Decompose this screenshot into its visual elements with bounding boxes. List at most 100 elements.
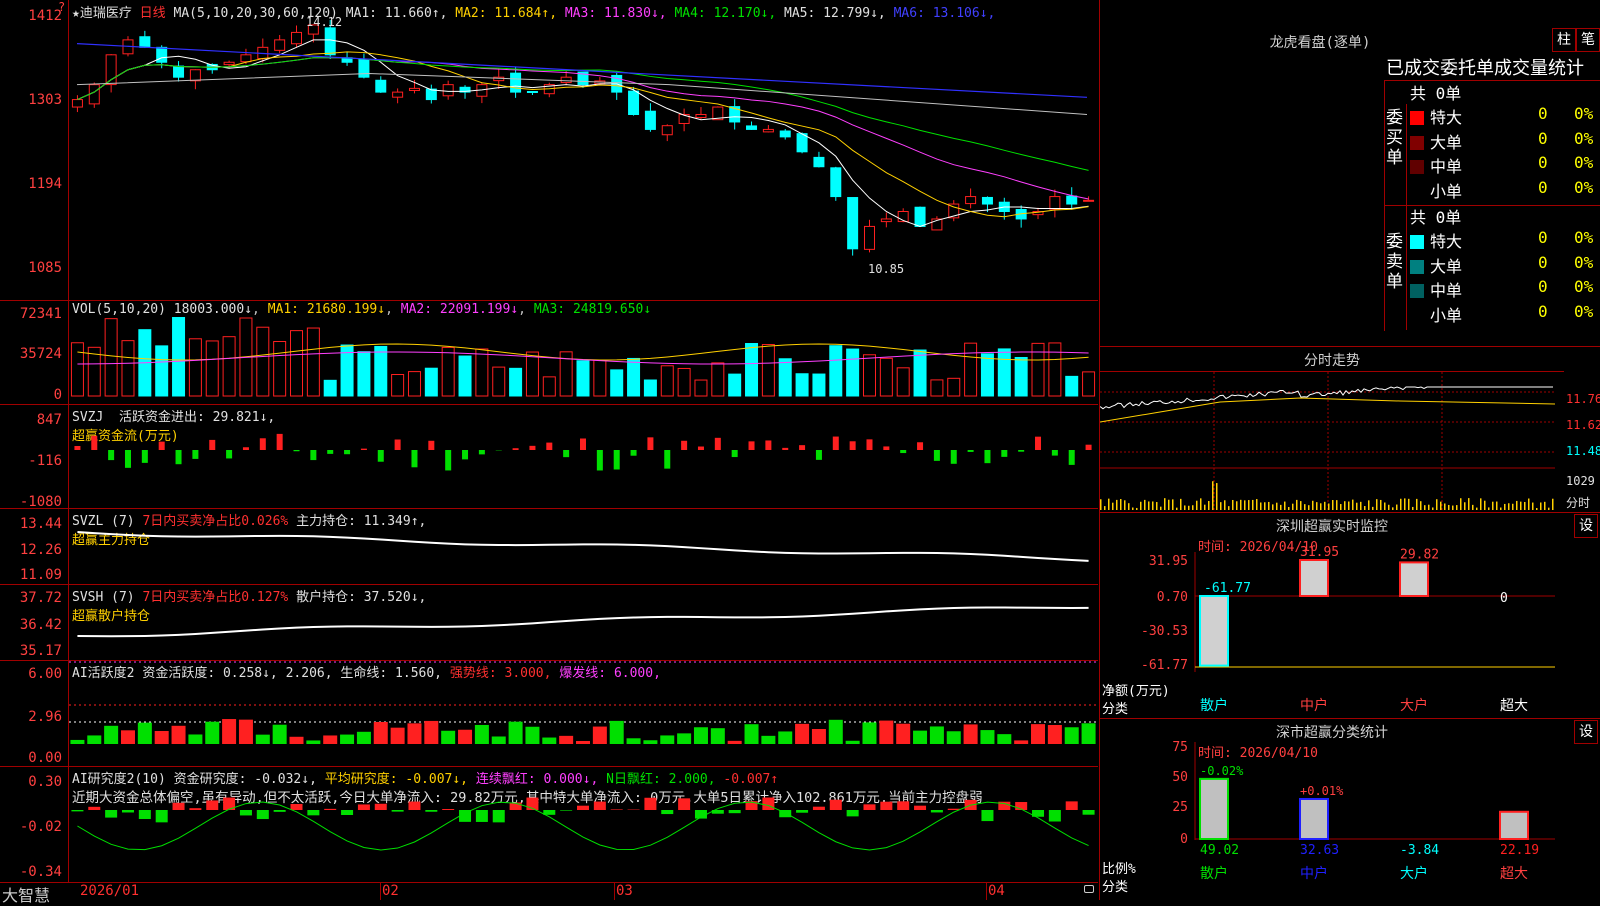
net-bar bbox=[1200, 596, 1228, 666]
flow-bar bbox=[277, 434, 283, 450]
volume-chart[interactable] bbox=[69, 300, 1097, 404]
svzj-chart[interactable] bbox=[69, 404, 1097, 508]
intraday-vol-bar bbox=[1100, 499, 1102, 510]
intraday-vol-bar bbox=[1312, 501, 1314, 510]
class-change: +0.01% bbox=[1300, 784, 1344, 798]
candle bbox=[511, 73, 521, 92]
flow-bar bbox=[479, 450, 485, 454]
svzl-tick: 11.09 bbox=[20, 567, 62, 583]
flow-bar bbox=[260, 438, 266, 450]
sz-monitor-panel[interactable]: 深圳超赢实时监控 设 时间: 2026/04/10 31.950.70-30.5… bbox=[1099, 512, 1600, 719]
svsh-panel[interactable]: 37.72 36.42 35.17 SVSH (7) 7日内买卖净占比0.127… bbox=[0, 584, 1098, 661]
intraday-vol-bar bbox=[1216, 483, 1218, 510]
candle bbox=[292, 32, 302, 43]
order-type: 大单 bbox=[1430, 257, 1462, 276]
volume-bar bbox=[796, 374, 808, 396]
bar-mode-button[interactable]: 柱 bbox=[1552, 28, 1576, 52]
intraday-vol-bar bbox=[1324, 502, 1326, 510]
volume-bar bbox=[223, 337, 235, 396]
class-bar bbox=[1300, 799, 1328, 839]
flow-bar bbox=[209, 440, 215, 450]
intraday-tick: 11.48 bbox=[1566, 444, 1600, 458]
activity-bar bbox=[593, 727, 607, 744]
research-bar bbox=[914, 806, 926, 810]
activity-bar bbox=[879, 721, 893, 744]
volume-bar bbox=[71, 343, 83, 396]
intraday-vol-bar bbox=[1552, 499, 1554, 510]
candle bbox=[662, 126, 672, 135]
class-bar bbox=[1200, 779, 1228, 839]
svzl-chart[interactable] bbox=[69, 508, 1097, 584]
research-bar bbox=[813, 807, 825, 810]
ai-research-chart[interactable] bbox=[69, 766, 1097, 882]
volume-bar bbox=[628, 358, 640, 396]
svzj-panel[interactable]: 847 -116 -1080 SVZJ 活跃资金进出: 29.821↓, 超赢资… bbox=[0, 404, 1098, 509]
tick-mode-button[interactable]: 笔 bbox=[1576, 28, 1600, 52]
color-swatch-icon bbox=[1410, 160, 1424, 174]
color-swatch-icon bbox=[1410, 284, 1424, 298]
candle bbox=[645, 111, 655, 129]
volume-bar bbox=[813, 374, 825, 396]
volume-bar bbox=[358, 352, 370, 396]
sz-monitor-xlabel: 分类 bbox=[1102, 698, 1128, 717]
longhu-tabs[interactable]: 已成交委托单成交量统计 bbox=[1386, 54, 1584, 80]
monitor-tick: -30.53 bbox=[1141, 624, 1188, 639]
volume-bar bbox=[274, 342, 286, 396]
color-swatch-icon bbox=[1410, 235, 1424, 249]
order-percent: 0% bbox=[1574, 277, 1593, 296]
flow-bar bbox=[968, 450, 974, 452]
candle bbox=[224, 62, 234, 64]
intraday-vol-bar bbox=[1384, 503, 1386, 510]
flow-bar bbox=[715, 438, 721, 450]
ai-activity-chart[interactable] bbox=[69, 660, 1097, 766]
intraday-vol-bar bbox=[1388, 505, 1390, 510]
research-bar bbox=[442, 809, 454, 810]
candle bbox=[780, 131, 790, 137]
color-swatch-icon bbox=[1410, 185, 1424, 199]
research-bar bbox=[307, 810, 319, 815]
volume-bar bbox=[493, 367, 505, 396]
monitor-tick: -61.77 bbox=[1141, 658, 1188, 673]
sz-class-panel[interactable]: 深市超赢分类统计 设 时间: 2026/04/10 7550250-0.02%+… bbox=[1099, 718, 1600, 900]
activity-bar bbox=[997, 734, 1011, 744]
intraday-vol-bar bbox=[1544, 502, 1546, 510]
flow-bar bbox=[647, 437, 653, 450]
candle bbox=[561, 77, 571, 82]
ai-research-panel[interactable]: 0.30 -0.02 -0.34 AI研究度2(10) 资金研究度: -0.03… bbox=[0, 766, 1098, 883]
activity-bar bbox=[172, 726, 186, 744]
intraday-panel[interactable]: 分时走势 11.76 11.62 11.48 1029 分时 bbox=[1099, 346, 1600, 513]
candle bbox=[140, 37, 150, 48]
intraday-vol-bar bbox=[1460, 498, 1462, 510]
price-tick: 1412 bbox=[28, 8, 62, 24]
price-axis: 1412 1303 1194 1085 ? bbox=[0, 0, 69, 300]
intraday-chart[interactable] bbox=[1100, 372, 1565, 512]
activity-bar bbox=[391, 728, 405, 744]
svzl-panel[interactable]: 13.44 12.26 11.09 SVZL (7) 7日内买卖净占比0.026… bbox=[0, 508, 1098, 585]
candle bbox=[1084, 200, 1094, 201]
intraday-vol-bar bbox=[1184, 505, 1186, 510]
flow-bar bbox=[951, 450, 957, 464]
kline-panel[interactable]: 1412 1303 1194 1085 ? ★迪瑞医疗 日线 MA(5,10,2… bbox=[0, 0, 1098, 301]
lock-icon[interactable] bbox=[1084, 885, 1094, 893]
svzj-axis: 847 -116 -1080 bbox=[0, 404, 69, 508]
volume-bar bbox=[712, 363, 724, 396]
intraday-vol-bar bbox=[1232, 500, 1234, 510]
intraday-vol-bar bbox=[1276, 503, 1278, 510]
svsh-chart[interactable] bbox=[69, 584, 1097, 660]
intraday-vol-bar bbox=[1220, 502, 1222, 510]
svzj-tick: -116 bbox=[28, 453, 62, 469]
monitor-tick: 0.70 bbox=[1157, 590, 1188, 605]
date-label: 02 bbox=[382, 883, 399, 899]
ai-activity-panel[interactable]: 6.00 2.96 0.00 AI活跃度2 资金活跃度: 0.258↓, 2.2… bbox=[0, 660, 1098, 767]
volume-panel[interactable]: 72341 35724 0 VOL(5,10,20) 18003.000↓, M… bbox=[0, 300, 1098, 405]
order-row: 中单 bbox=[1410, 277, 1462, 301]
activity-bar bbox=[323, 735, 337, 744]
intraday-vol-bar bbox=[1320, 503, 1322, 510]
flow-bar bbox=[866, 439, 872, 450]
brand-label: 大智慧 bbox=[2, 882, 50, 906]
intraday-vol-bar bbox=[1204, 505, 1206, 510]
flow-bar bbox=[310, 450, 316, 460]
class-value: 49.02 bbox=[1200, 843, 1239, 858]
research-bar bbox=[762, 798, 774, 810]
candlestick-chart[interactable] bbox=[69, 0, 1097, 300]
